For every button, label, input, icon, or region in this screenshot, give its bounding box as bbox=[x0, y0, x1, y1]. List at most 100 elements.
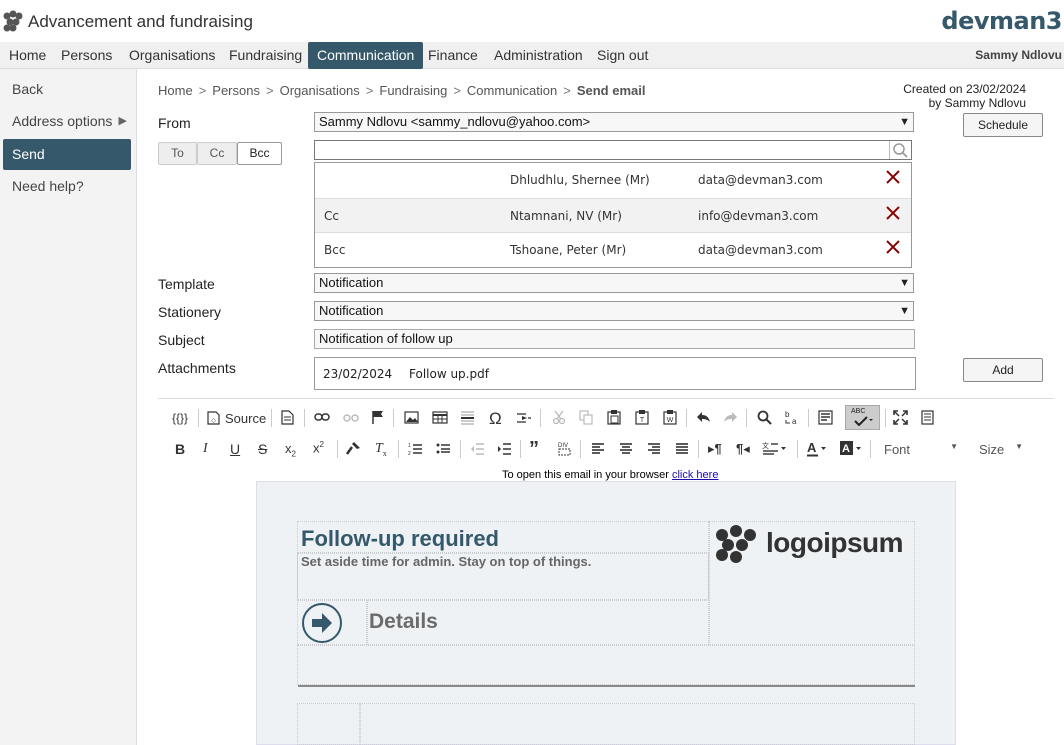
font-dropdown[interactable]: Font ▼ bbox=[878, 440, 958, 460]
stationery-select[interactable]: Notification ▼ bbox=[314, 301, 914, 321]
paste-icon[interactable] bbox=[607, 410, 621, 425]
show-blocks-icon[interactable] bbox=[920, 410, 935, 425]
spellcheck-button[interactable]: ABC bbox=[845, 405, 880, 430]
link-icon[interactable] bbox=[314, 412, 330, 422]
bold-icon[interactable]: B bbox=[175, 441, 185, 457]
sidebar-item-need-help[interactable]: Need help? bbox=[3, 171, 131, 202]
source-button[interactable]: Source bbox=[225, 411, 266, 426]
align-justify-icon[interactable] bbox=[675, 442, 689, 455]
add-attachment-button[interactable]: Add bbox=[963, 358, 1043, 382]
sidebar-item-label: Need help? bbox=[12, 178, 84, 194]
copy-format-icon[interactable] bbox=[345, 441, 361, 456]
recipient-email: info@devman3.com bbox=[698, 209, 819, 223]
tab-bcc[interactable]: Bcc bbox=[237, 142, 282, 165]
increase-indent-icon[interactable] bbox=[497, 442, 512, 456]
search-button[interactable] bbox=[889, 141, 911, 159]
sidebar-item-label: Address options bbox=[12, 113, 113, 129]
nav-fundraising[interactable]: Fundraising bbox=[220, 42, 311, 69]
email-horizontal-rule bbox=[298, 685, 915, 687]
underline-icon[interactable]: U bbox=[230, 441, 240, 457]
email-spacer-cell bbox=[297, 645, 915, 685]
paste-word-icon[interactable]: W bbox=[663, 410, 677, 425]
blockquote-icon[interactable]: ” bbox=[529, 438, 539, 461]
breadcrumb-organisations[interactable]: Organisations bbox=[280, 83, 360, 98]
breadcrumb-home[interactable]: Home bbox=[158, 83, 193, 98]
superscript-icon[interactable]: x2 bbox=[313, 440, 324, 455]
click-here-link[interactable]: click here bbox=[672, 469, 718, 481]
language-icon[interactable]: 文 bbox=[762, 441, 788, 456]
placeholder-icon[interactable]: {{}} bbox=[172, 411, 188, 425]
undo-icon[interactable] bbox=[696, 411, 711, 423]
delete-x-icon[interactable] bbox=[885, 205, 901, 221]
attachment-file[interactable]: Follow up.pdf bbox=[409, 367, 489, 381]
chevron-down-icon: ▼ bbox=[899, 305, 910, 317]
template-select[interactable]: Notification ▼ bbox=[314, 273, 914, 293]
rtl-icon[interactable]: ¶◂ bbox=[736, 441, 750, 457]
size-dropdown[interactable]: Size ▼ bbox=[973, 440, 1023, 460]
tab-cc[interactable]: Cc bbox=[197, 142, 237, 165]
svg-text:◇: ◇ bbox=[211, 418, 216, 424]
from-select[interactable]: Sammy Ndlovu <sammy_ndlovu@yahoo.com> ▼ bbox=[314, 112, 914, 132]
cut-icon[interactable] bbox=[552, 410, 566, 425]
breadcrumb-communication[interactable]: Communication bbox=[467, 83, 557, 98]
schedule-button[interactable]: Schedule bbox=[963, 113, 1043, 137]
delete-x-icon[interactable] bbox=[885, 169, 901, 185]
nav-communication[interactable]: Communication bbox=[308, 42, 424, 69]
breadcrumb-fundraising[interactable]: Fundraising bbox=[379, 83, 447, 98]
image-icon[interactable] bbox=[404, 411, 419, 424]
sidebar-item-send[interactable]: Send bbox=[3, 139, 131, 170]
page-break-icon[interactable] bbox=[516, 412, 532, 424]
nav-sign-out[interactable]: Sign out bbox=[588, 42, 657, 69]
tab-to[interactable]: To bbox=[158, 142, 197, 165]
nav-organisations[interactable]: Organisations bbox=[120, 42, 224, 69]
align-center-icon[interactable] bbox=[619, 442, 633, 455]
strikethrough-icon[interactable]: S bbox=[258, 441, 267, 457]
italic-icon[interactable]: I bbox=[203, 441, 208, 457]
anchor-flag-icon[interactable] bbox=[371, 410, 385, 425]
nav-persons[interactable]: Persons bbox=[52, 42, 121, 69]
redo-icon[interactable] bbox=[723, 411, 738, 423]
svg-text:DIV: DIV bbox=[558, 443, 568, 449]
horizontal-rule-icon[interactable] bbox=[460, 410, 475, 425]
stationery-value: Notification bbox=[319, 303, 384, 318]
replace-icon[interactable]: ba bbox=[784, 409, 800, 426]
nav-administration[interactable]: Administration bbox=[485, 42, 592, 69]
sidebar-item-back[interactable]: Back bbox=[3, 74, 131, 105]
align-left-icon[interactable] bbox=[591, 442, 605, 455]
maximize-icon[interactable] bbox=[893, 410, 908, 425]
paste-text-icon[interactable]: T bbox=[635, 410, 649, 425]
nav-finance[interactable]: Finance bbox=[419, 42, 487, 69]
breadcrumb-persons[interactable]: Persons bbox=[212, 83, 260, 98]
unlink-icon[interactable] bbox=[343, 412, 359, 424]
chevron-down-icon: ▼ bbox=[899, 277, 910, 289]
numbered-list-icon[interactable]: 12 bbox=[408, 442, 423, 456]
source-icon: ◇ bbox=[207, 411, 220, 425]
create-div-icon[interactable]: DIV bbox=[557, 440, 573, 457]
subscript-icon[interactable]: x2 bbox=[285, 441, 296, 459]
special-character-icon[interactable]: Ω bbox=[489, 409, 502, 429]
sidebar-item-address-options[interactable]: Address options ▶ bbox=[3, 106, 131, 137]
align-right-icon[interactable] bbox=[647, 442, 661, 455]
table-icon[interactable] bbox=[432, 411, 448, 424]
document-icon[interactable] bbox=[281, 410, 294, 425]
toolbar-separator bbox=[885, 409, 886, 427]
find-icon[interactable] bbox=[757, 410, 772, 425]
toolbar-separator bbox=[398, 440, 399, 458]
bulleted-list-icon[interactable] bbox=[436, 442, 451, 456]
nav-home[interactable]: Home bbox=[0, 42, 55, 69]
copy-icon[interactable] bbox=[579, 410, 593, 425]
subject-input[interactable]: Notification of follow up bbox=[314, 329, 915, 349]
delete-x-icon[interactable] bbox=[885, 239, 901, 255]
remove-format-icon[interactable]: Tx bbox=[375, 441, 387, 458]
decrease-indent-icon[interactable] bbox=[470, 442, 485, 456]
text-color-icon[interactable]: A bbox=[806, 440, 828, 457]
attachments-label: Attachments bbox=[158, 360, 236, 376]
ltr-icon[interactable]: ▸¶ bbox=[708, 441, 722, 457]
background-color-icon[interactable]: A bbox=[839, 440, 863, 457]
recipient-row: Cc Ntamnani, NV (Mr) info@devman3.com bbox=[315, 198, 911, 233]
breadcrumb-sep: > bbox=[198, 83, 207, 98]
select-all-icon[interactable] bbox=[818, 410, 833, 425]
recipient-name: Ntamnani, NV (Mr) bbox=[510, 209, 622, 223]
recipient-search-input[interactable] bbox=[314, 140, 912, 160]
attachment-list: 23/02/2024 Follow up.pdf bbox=[314, 357, 916, 390]
